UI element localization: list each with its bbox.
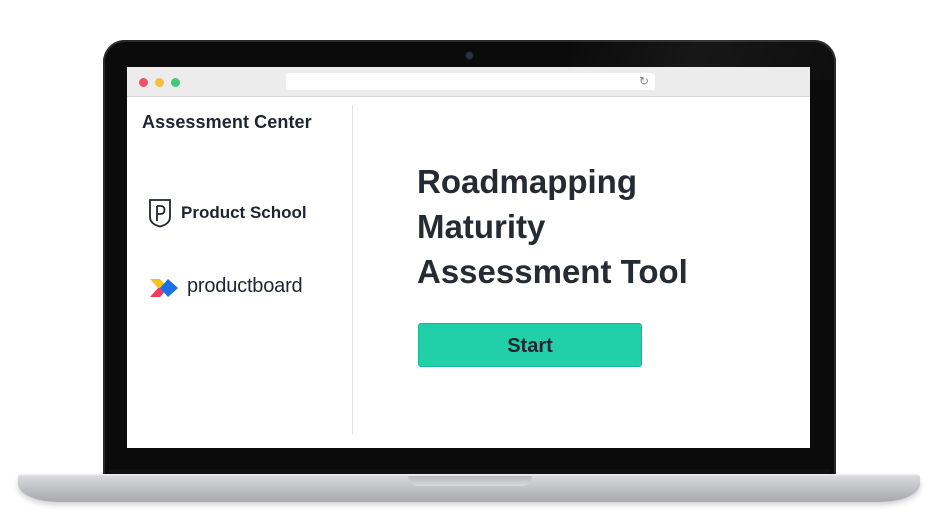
browser-toolbar: ↻ [127, 67, 810, 97]
start-button[interactable]: Start [418, 323, 642, 367]
sidebar: Assessment Center Product School product… [127, 97, 352, 448]
page-title-line: Assessment Tool [417, 253, 688, 290]
address-bar[interactable]: ↻ [286, 73, 655, 90]
maximize-window-button[interactable] [171, 78, 180, 87]
laptop-lid-notch [408, 476, 532, 486]
page-title-line: Roadmapping [417, 163, 637, 200]
productboard-icon [150, 279, 178, 297]
product-school-logo: Product School [148, 198, 348, 228]
minimize-window-button[interactable] [155, 78, 164, 87]
webcam [466, 52, 473, 59]
page-title: Roadmapping Maturity Assessment Tool [417, 159, 797, 294]
main-content: Roadmapping Maturity Assessment Tool Sta… [353, 97, 810, 448]
product-school-wordmark: Product School [181, 203, 307, 222]
browser-window: ↻ Assessment Center Product School produ… [127, 67, 810, 448]
reload-icon[interactable]: ↻ [639, 73, 649, 90]
productboard-logo: productboard [150, 274, 350, 304]
page-title-line: Maturity [417, 208, 546, 245]
sidebar-title: Assessment Center [142, 112, 312, 132]
product-school-shield-icon [149, 199, 171, 228]
productboard-wordmark: productboard [187, 275, 303, 297]
close-window-button[interactable] [139, 78, 148, 87]
